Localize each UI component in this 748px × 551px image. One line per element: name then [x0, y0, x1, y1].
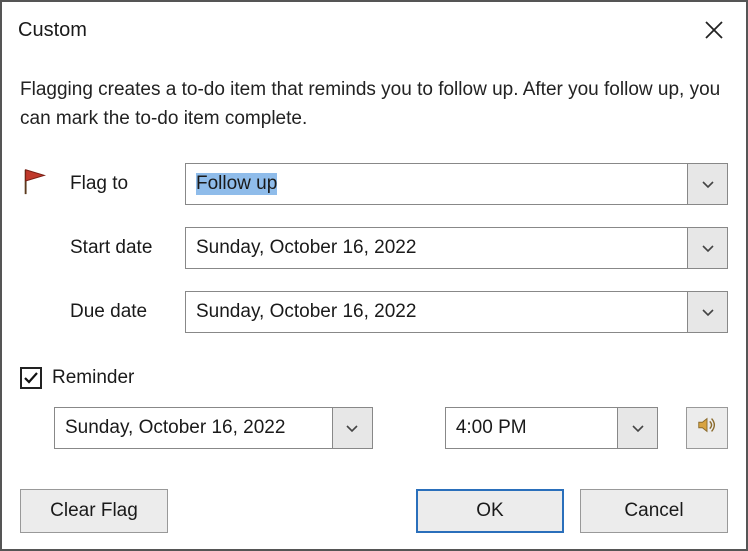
flag-to-combo[interactable]: Follow up [185, 163, 728, 205]
reminder-time-combo[interactable]: 4:00 PM [445, 407, 658, 449]
checkmark-icon [23, 370, 39, 386]
reminder-date-value: Sunday, October 16, 2022 [55, 408, 332, 448]
cancel-button[interactable]: Cancel [580, 489, 728, 533]
chevron-down-icon [345, 421, 359, 435]
reminder-date-dropdown-button[interactable] [332, 408, 372, 448]
ok-button[interactable]: OK [416, 489, 564, 533]
reminder-date-combo[interactable]: Sunday, October 16, 2022 [54, 407, 373, 449]
speaker-icon [696, 414, 718, 442]
title-bar: Custom [2, 2, 746, 54]
start-date-dropdown-button[interactable] [687, 228, 727, 268]
due-date-combo[interactable]: Sunday, October 16, 2022 [185, 291, 728, 333]
due-date-dropdown-button[interactable] [687, 292, 727, 332]
clear-flag-button[interactable]: Clear Flag [20, 489, 168, 533]
dialog-description: Flagging creates a to-do item that remin… [2, 54, 746, 141]
reminder-sound-button[interactable] [686, 407, 728, 449]
reminder-label: Reminder [52, 367, 134, 389]
due-date-label: Due date [70, 301, 185, 323]
flag-to-label: Flag to [70, 173, 185, 195]
chevron-down-icon [701, 177, 715, 191]
start-date-combo[interactable]: Sunday, October 16, 2022 [185, 227, 728, 269]
flag-to-dropdown-button[interactable] [687, 164, 727, 204]
chevron-down-icon [701, 241, 715, 255]
reminder-checkbox[interactable] [20, 367, 42, 389]
close-button[interactable] [696, 12, 732, 48]
dialog-title: Custom [18, 19, 87, 42]
flag-to-value: Follow up [186, 164, 687, 204]
flag-icon [20, 166, 50, 202]
start-date-value: Sunday, October 16, 2022 [186, 228, 687, 268]
reminder-time-value: 4:00 PM [446, 408, 617, 448]
chevron-down-icon [631, 421, 645, 435]
chevron-down-icon [701, 305, 715, 319]
close-icon [705, 21, 723, 39]
reminder-time-dropdown-button[interactable] [617, 408, 657, 448]
start-date-label: Start date [70, 237, 185, 259]
due-date-value: Sunday, October 16, 2022 [186, 292, 687, 332]
